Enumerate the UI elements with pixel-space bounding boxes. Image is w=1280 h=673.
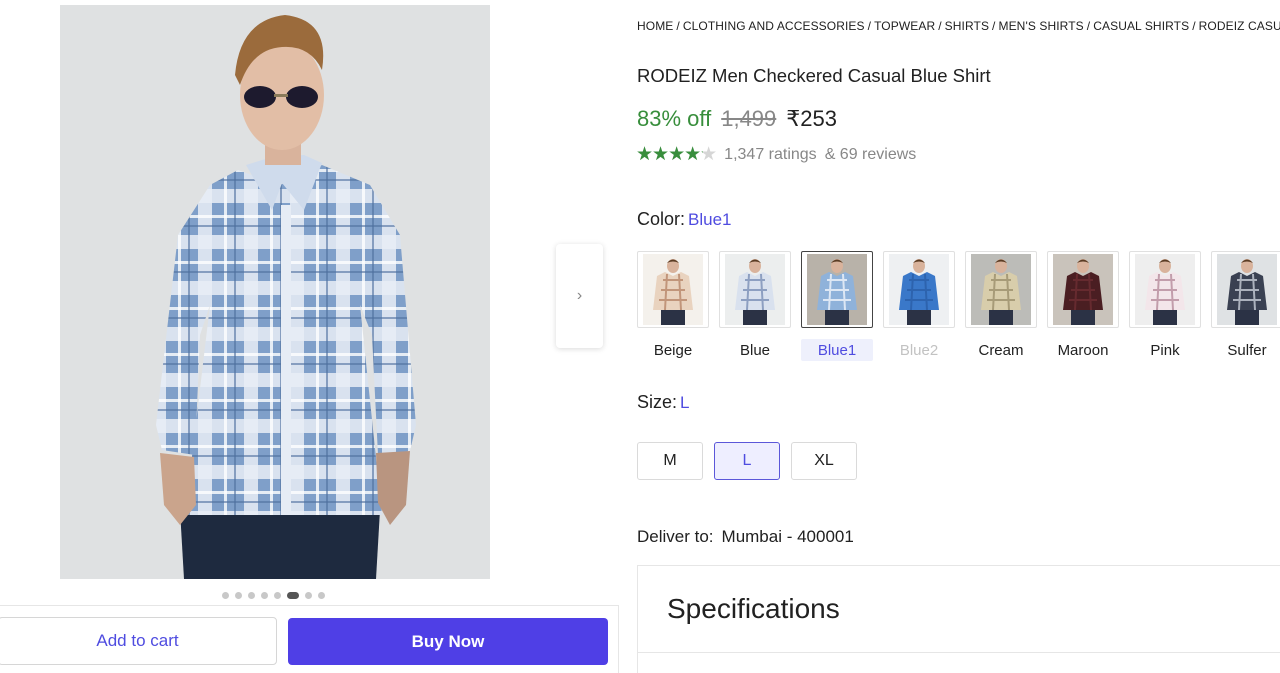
breadcrumb-item[interactable]: RODEIZ CASUAL SHIRTS [1199, 19, 1280, 33]
divider [638, 652, 1280, 653]
size-options: M L XL [637, 442, 857, 480]
breadcrumb: HOME / CLOTHING AND ACCESSORIES / TOPWEAR / SH… [637, 19, 1280, 33]
deliver-label: Deliver to: [637, 527, 714, 546]
color-swatch-image [801, 251, 873, 328]
color-swatch-blue1[interactable]: Blue1 [801, 251, 873, 361]
product-main-image[interactable] [60, 5, 490, 579]
delivery-info[interactable]: Deliver to: Mumbai - 400001 [637, 527, 854, 547]
color-label: Color: [637, 209, 686, 229]
reviews-count: & 69 reviews [824, 145, 917, 163]
price-row: 83% off 1,499 ₹253 [637, 106, 837, 132]
buy-now-button[interactable]: Buy Now [288, 618, 608, 665]
next-image-button[interactable]: › [556, 244, 603, 348]
color-swatch-beige[interactable]: Beige [637, 251, 709, 361]
breadcrumb-separator: / [1086, 19, 1091, 33]
breadcrumb-separator: / [867, 19, 872, 33]
breadcrumb-separator: / [992, 19, 996, 33]
color-swatch-label: Sulfer [1227, 341, 1267, 359]
size-option-xl[interactable]: XL [791, 442, 857, 480]
carousel-dot[interactable] [261, 592, 268, 599]
carousel-dot[interactable] [235, 592, 242, 599]
breadcrumb-separator: / [1192, 19, 1196, 33]
selected-size: L [680, 393, 690, 412]
chevron-right-icon: › [576, 287, 583, 304]
carousel-dot[interactable] [274, 592, 281, 599]
ratings-count: 1,347 ratings [724, 145, 817, 163]
color-swatch-image [637, 251, 709, 328]
rating-row[interactable]: ★★★★★ ★★★★★ 1,347 ratings & 69 reviews [636, 145, 916, 164]
original-price: 1,499 [721, 106, 777, 131]
color-swatch-image [883, 251, 955, 328]
color-swatch-label: Cream [978, 341, 1024, 359]
color-swatch-image [965, 251, 1037, 328]
color-swatch-image [1129, 251, 1201, 328]
product-page: › Add to cart Buy Now HOME / CLOTHING AND … [0, 0, 1280, 673]
breadcrumb-separator: / [676, 19, 680, 33]
breadcrumb-item[interactable]: SHIRTS [945, 19, 989, 33]
delivery-location[interactable]: Mumbai - 400001 [722, 527, 854, 546]
color-swatch-label: Beige [653, 341, 693, 359]
size-option-m[interactable]: M [637, 442, 703, 480]
product-photo [60, 5, 490, 579]
carousel-dot[interactable] [222, 592, 229, 599]
specifications-title: Specifications [667, 593, 840, 624]
color-swatch-image [1047, 251, 1119, 328]
color-swatch-cream[interactable]: Cream [965, 251, 1037, 361]
color-label-row: Color: Blue1 [637, 209, 732, 230]
size-label-row: Size: L [637, 392, 690, 413]
color-swatch-image [719, 251, 791, 328]
breadcrumb-item[interactable]: MEN'S SHIRTS [998, 19, 1083, 33]
image-carousel-dots [222, 592, 325, 599]
color-swatch-label: Blue1 [801, 339, 873, 361]
color-swatch-label: Pink [1150, 341, 1180, 359]
color-swatch-image [1211, 251, 1280, 328]
breadcrumb-item[interactable]: CLOTHING AND ACCESSORIES [683, 19, 865, 33]
selling-price: ₹253 [786, 106, 837, 131]
breadcrumb-item[interactable]: TOPWEAR [874, 19, 935, 33]
color-swatch-blue[interactable]: Blue [719, 251, 791, 361]
color-swatch-maroon[interactable]: Maroon [1047, 251, 1119, 361]
color-swatch-label: Blue2 [899, 341, 939, 359]
breadcrumb-item[interactable]: HOME [637, 19, 673, 33]
add-to-cart-button[interactable]: Add to cart [0, 617, 277, 665]
selected-color: Blue1 [688, 210, 732, 229]
carousel-dot[interactable] [248, 592, 255, 599]
color-swatch-sulfer[interactable]: Sulfer [1211, 251, 1280, 361]
carousel-dot[interactable] [287, 592, 299, 599]
color-swatch-pink[interactable]: Pink [1129, 251, 1201, 361]
product-title: RODEIZ Men Checkered Casual Blue Shirt [637, 65, 991, 86]
star-rating-icon: ★★★★★ ★★★★★ [636, 144, 717, 165]
breadcrumb-item[interactable]: CASUAL SHIRTS [1093, 19, 1189, 33]
size-label: Size: [637, 392, 678, 412]
breadcrumb-separator: / [938, 19, 942, 33]
carousel-dot[interactable] [305, 592, 312, 599]
discount-percent: 83% off [637, 106, 712, 131]
color-swatch-label: Blue [739, 341, 771, 359]
size-option-l[interactable]: L [714, 442, 780, 480]
carousel-dot[interactable] [318, 592, 325, 599]
color-swatches: Beige Blue Blue1 Blue2 Cream Maroon Pink Sulfer [637, 251, 1280, 361]
specifications-panel: Specifications [637, 565, 1280, 673]
color-swatch-label: Maroon [1057, 341, 1109, 359]
color-swatch-blue2[interactable]: Blue2 [883, 251, 955, 361]
